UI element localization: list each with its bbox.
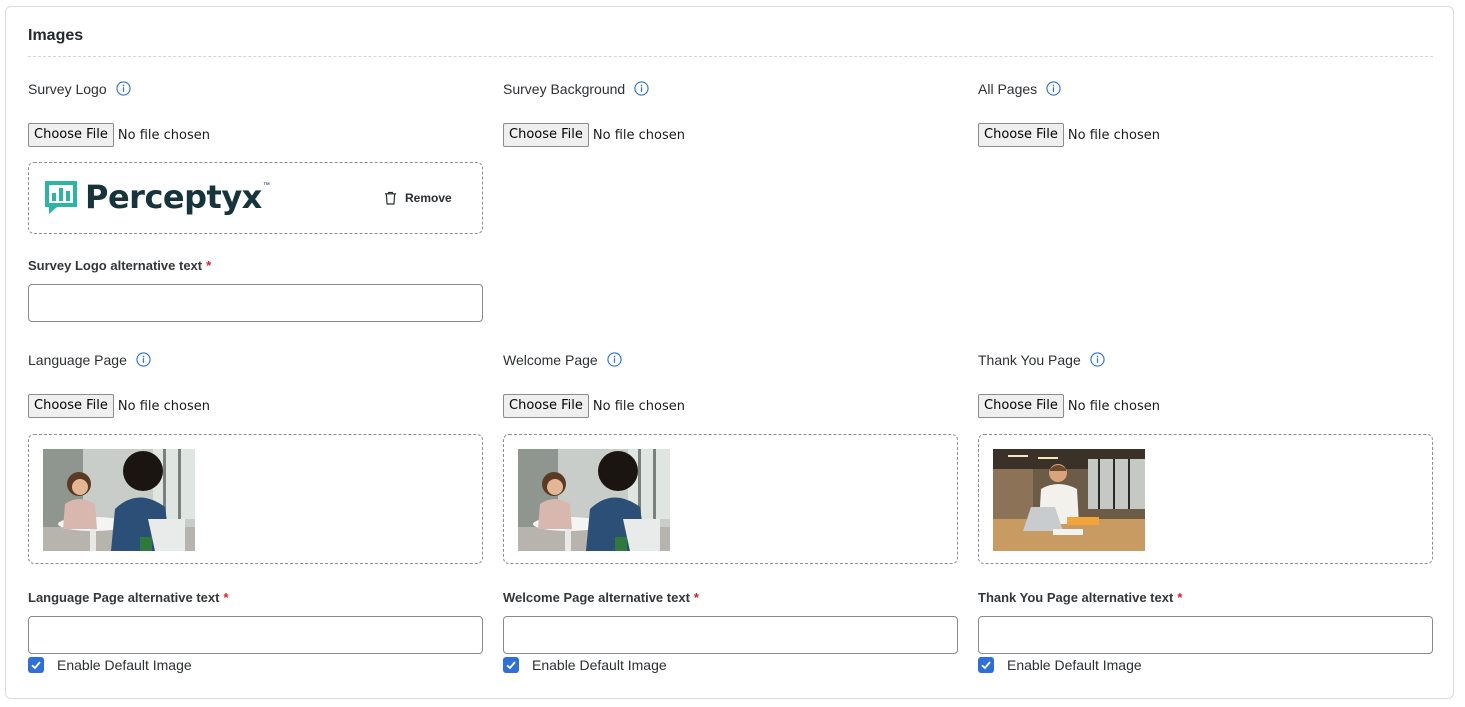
thank-you-page-label: Thank You Page [978,352,1081,368]
welcome-page-column: Welcome Page Choose File No file chosen [503,7,958,687]
enable-default-image-checkbox[interactable] [978,657,994,673]
thank-you-page-alt-label: Thank You Page alternative text * [978,590,1182,605]
enable-default-image-checkbox[interactable] [28,657,44,673]
welcome-page-alt-label-text: Welcome Page alternative text [503,590,690,605]
welcome-page-label: Welcome Page [503,352,598,368]
file-status: No file chosen [592,398,685,414]
welcome-page-file-input[interactable]: Choose File No file chosen [503,394,685,418]
enable-default-image-checkbox[interactable] [503,657,519,673]
required-marker: * [223,590,229,605]
check-icon [981,661,991,670]
thank-you-page-thumbnail [993,449,1145,551]
welcome-page-thumbnail [518,449,670,551]
file-status: No file chosen [1067,398,1160,414]
language-page-thumbnail [43,449,195,551]
checkbox-label: Enable Default Image [532,657,667,673]
welcome-page-label-row: Welcome Page [503,351,622,368]
required-marker: * [1177,590,1183,605]
thank-you-page-preview [978,434,1433,564]
file-status: No file chosen [117,398,210,414]
office-meeting-image [518,449,670,551]
thank-you-page-alt-input[interactable] [978,616,1433,654]
language-page-label: Language Page [28,352,127,368]
language-page-alt-input[interactable] [28,616,483,654]
choose-file-button[interactable]: Choose File [978,394,1064,418]
welcome-page-default-image[interactable]: Enable Default Image [503,656,667,674]
office-meeting-image [43,449,195,551]
checkbox-label: Enable Default Image [57,657,192,673]
language-page-alt-label-text: Language Page alternative text [28,590,220,605]
welcome-page-alt-label: Welcome Page alternative text * [503,590,699,605]
language-page-default-image[interactable]: Enable Default Image [28,656,192,674]
thank-you-page-default-image[interactable]: Enable Default Image [978,656,1142,674]
choose-file-button[interactable]: Choose File [503,394,589,418]
info-icon[interactable] [607,351,622,367]
man-with-laptop-image [993,449,1145,551]
thank-you-page-column: Thank You Page Choose File No file chose… [978,7,1433,687]
check-icon [31,661,41,670]
welcome-page-alt-input[interactable] [503,616,958,654]
language-page-alt-label: Language Page alternative text * [28,590,229,605]
thank-you-page-alt-label-text: Thank You Page alternative text [978,590,1174,605]
images-card: Images Survey Logo Choose File No file c… [5,6,1454,699]
thank-you-page-file-input[interactable]: Choose File No file chosen [978,394,1160,418]
checkbox-label: Enable Default Image [1007,657,1142,673]
check-icon [506,661,516,670]
language-page-preview [28,434,483,564]
choose-file-button[interactable]: Choose File [28,394,114,418]
thank-you-page-label-row: Thank You Page [978,351,1105,368]
required-marker: * [693,590,699,605]
info-icon[interactable] [1090,351,1105,367]
welcome-page-preview [503,434,958,564]
language-page-file-input[interactable]: Choose File No file chosen [28,394,210,418]
language-page-column: Language Page Choose File No file chosen [28,7,483,687]
language-page-label-row: Language Page [28,351,151,368]
info-icon[interactable] [136,351,151,367]
